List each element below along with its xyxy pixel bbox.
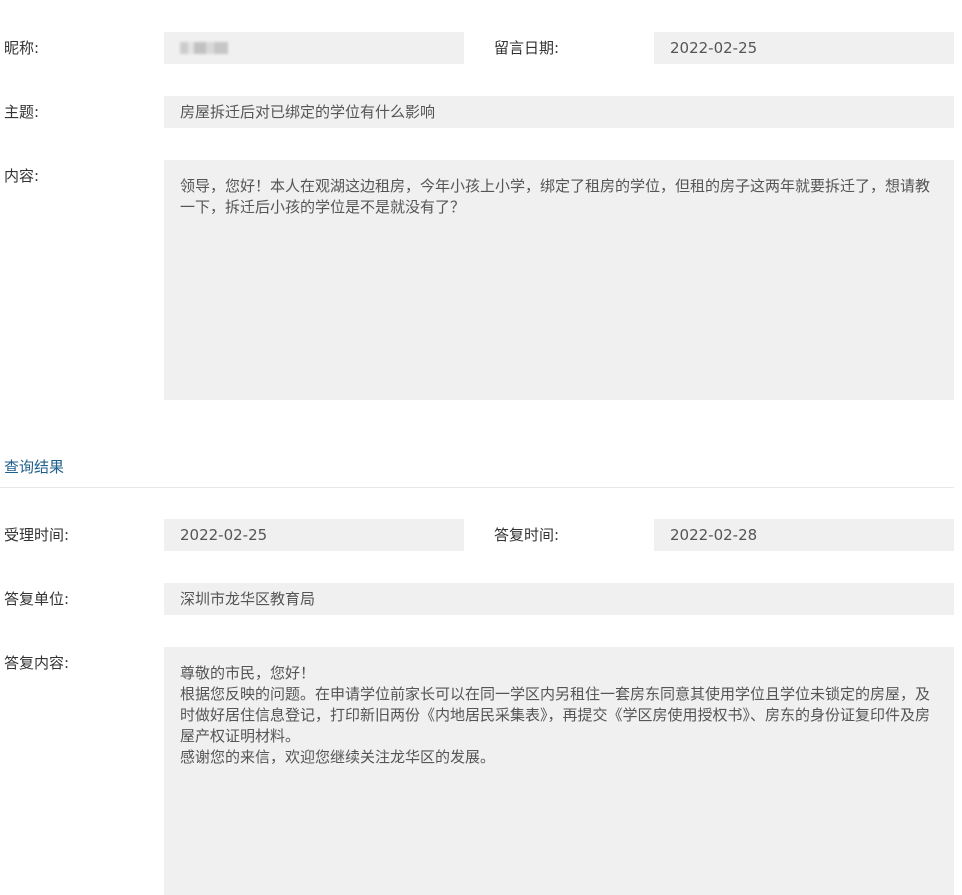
nickname-label: 昵称:	[4, 39, 40, 57]
accept-time-label: 受理时间:	[4, 526, 70, 544]
nickname-redacted	[180, 41, 228, 54]
section-divider	[0, 487, 954, 488]
reply-unit-label: 答复单位:	[4, 590, 70, 608]
subject-field: 房屋拆迁后对已绑定的学位有什么影响	[164, 96, 954, 128]
content-field: 领导，您好！本人在观湖这边租房，今年小孩上小学，绑定了租房的学位，但租的房子这两…	[164, 160, 954, 400]
reply-content-field: 尊敬的市民，您好！ 根据您反映的问题。在申请学位前家长可以在同一学区内另租住一套…	[164, 647, 954, 895]
reply-line-greeting: 尊敬的市民，您好！	[180, 664, 316, 682]
reply-unit-field: 深圳市龙华区教育局	[164, 583, 954, 615]
content-text: 领导，您好！本人在观湖这边租房，今年小孩上小学，绑定了租房的学位，但租的房子这两…	[180, 177, 931, 216]
subject-label: 主题:	[4, 103, 40, 121]
message-date-label: 留言日期:	[494, 39, 560, 57]
reply-line-closing: 感谢您的来信，欢迎您继续关注龙华区的发展。	[180, 748, 496, 766]
message-date-field: 2022-02-25	[654, 32, 954, 64]
nickname-field	[164, 32, 464, 64]
reply-content-label: 答复内容:	[4, 654, 70, 672]
reply-time-field: 2022-02-28	[654, 519, 954, 551]
query-result-title: 查询结果	[4, 458, 65, 476]
reply-line-body: 根据您反映的问题。在申请学位前家长可以在同一学区内另租住一套房东同意其使用学位且…	[180, 685, 931, 745]
content-label: 内容:	[4, 167, 40, 185]
accept-time-field: 2022-02-25	[164, 519, 464, 551]
reply-time-label: 答复时间:	[494, 526, 560, 544]
